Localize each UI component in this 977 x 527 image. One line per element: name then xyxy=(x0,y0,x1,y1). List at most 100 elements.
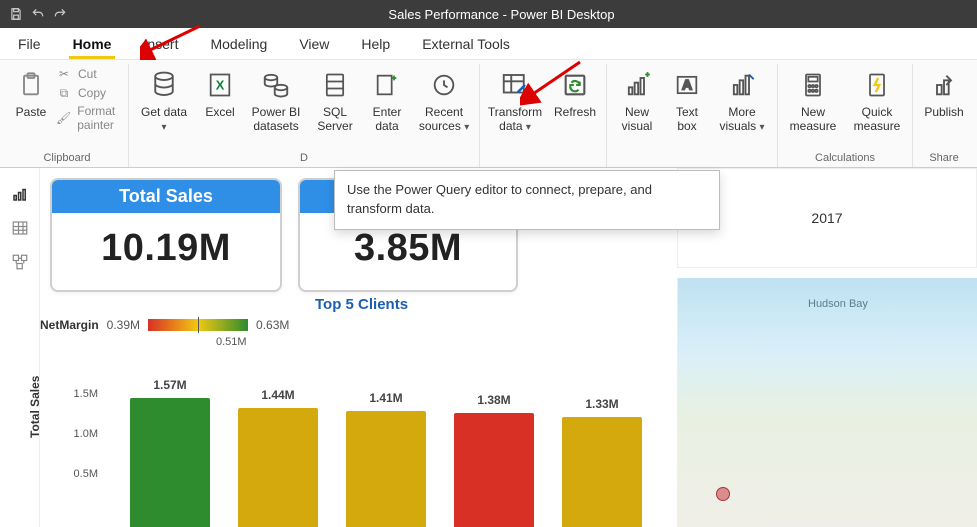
enter-data-icon xyxy=(370,68,404,102)
quick-measure-icon xyxy=(860,68,894,102)
pbi-datasets-label: Power BI datasets xyxy=(249,106,303,134)
text-box-label: Text box xyxy=(669,106,705,134)
sql-icon xyxy=(318,68,352,102)
chart-bar xyxy=(238,408,318,527)
ribbon-tabs: File Home Insert Modeling View Help Exte… xyxy=(0,28,977,60)
title-bar: Sales Performance - Power BI Desktop xyxy=(0,0,977,28)
y-tick: 0.5M xyxy=(62,468,98,480)
get-data-button[interactable]: Get data ▾ xyxy=(135,64,193,138)
group-data: Get data ▾ X Excel Power BI datasets SQL… xyxy=(129,64,480,167)
map-label-hudson-bay: Hudson Bay xyxy=(808,298,868,310)
scissors-icon: ✂ xyxy=(56,66,72,82)
map-visual[interactable]: Hudson Bay xyxy=(677,278,977,527)
chevron-down-icon: ▾ xyxy=(526,122,531,133)
chart-bar xyxy=(130,398,210,527)
redo-icon[interactable] xyxy=(52,6,68,22)
refresh-button[interactable]: Refresh xyxy=(550,64,600,136)
new-measure-label: New measure xyxy=(786,106,840,134)
publish-icon xyxy=(927,68,961,102)
view-rail xyxy=(0,168,40,527)
card-total-sales-title: Total Sales xyxy=(52,180,280,213)
sql-label: SQL Server xyxy=(313,106,357,134)
copy-icon: ⧉ xyxy=(56,85,72,101)
cut-button[interactable]: ✂ Cut xyxy=(56,66,122,82)
tab-help[interactable]: Help xyxy=(347,30,404,58)
refresh-label: Refresh xyxy=(554,106,596,120)
text-box-button[interactable]: A Text box xyxy=(667,64,707,138)
chart-plot-area: 1.57M1.44M1.41M1.38M1.33M xyxy=(110,368,647,527)
model-view-icon[interactable] xyxy=(10,252,30,272)
transform-data-button[interactable]: Transform data ▾ xyxy=(486,64,544,138)
card-total-sales-value: 10.19M xyxy=(52,213,280,290)
refresh-icon xyxy=(558,68,592,102)
group-label-clipboard: Clipboard xyxy=(43,150,90,167)
quick-measure-button[interactable]: Quick measure xyxy=(848,64,906,138)
excel-label: Excel xyxy=(205,106,234,120)
quick-measure-label: Quick measure xyxy=(850,106,904,134)
chart-y-ticks: 1.5M 1.0M 0.5M xyxy=(62,368,98,527)
pbi-datasets-button[interactable]: Power BI datasets xyxy=(247,64,305,138)
map-bubble xyxy=(716,487,730,501)
year-slicer[interactable]: 2017 xyxy=(677,168,977,268)
copy-button[interactable]: ⧉ Copy xyxy=(56,85,122,101)
y-tick: 1.5M xyxy=(62,388,98,400)
new-measure-button[interactable]: New measure xyxy=(784,64,842,138)
group-label-calculations: Calculations xyxy=(815,150,875,167)
transform-label: Transform data xyxy=(488,105,542,133)
app-title: Sales Performance - Power BI Desktop xyxy=(76,7,977,22)
legend-gradient xyxy=(148,319,248,331)
new-visual-button[interactable]: New visual xyxy=(613,64,661,138)
legend-min: 0.39M xyxy=(107,318,140,332)
tab-view[interactable]: View xyxy=(285,30,343,58)
cut-label: Cut xyxy=(78,67,97,81)
group-label-queries xyxy=(541,150,544,167)
chart-bar xyxy=(346,411,426,527)
publish-label: Publish xyxy=(924,106,963,120)
paste-label: Paste xyxy=(16,106,47,120)
chart-bar-label: 1.38M xyxy=(477,393,510,407)
y-tick: 1.0M xyxy=(62,428,98,440)
chart-y-axis-label: Total Sales xyxy=(28,376,42,438)
get-data-label: Get data xyxy=(141,105,187,119)
copy-label: Copy xyxy=(78,86,106,100)
chart-bar-label: 1.44M xyxy=(261,388,294,402)
sql-server-button[interactable]: SQL Server xyxy=(311,64,359,138)
tab-home[interactable]: Home xyxy=(59,30,126,58)
report-view-icon[interactable] xyxy=(10,184,30,204)
transform-icon xyxy=(498,68,532,102)
group-label-share: Share xyxy=(929,150,958,167)
undo-icon[interactable] xyxy=(30,6,46,22)
more-visuals-button[interactable]: More visuals ▾ xyxy=(713,64,771,138)
year-value: 2017 xyxy=(811,210,842,226)
more-visuals-label: More visuals xyxy=(719,105,756,133)
chevron-down-icon: ▾ xyxy=(464,122,469,133)
svg-text:X: X xyxy=(216,78,225,93)
tab-insert[interactable]: Insert xyxy=(129,30,192,58)
more-visuals-icon xyxy=(725,68,759,102)
transform-data-tooltip: Use the Power Query editor to connect, p… xyxy=(334,170,720,230)
bar-chart[interactable]: Total Sales 1.5M 1.0M 0.5M 1.57M1.44M1.4… xyxy=(40,368,647,527)
publish-button[interactable]: Publish xyxy=(919,64,969,136)
tab-file[interactable]: File xyxy=(4,30,55,58)
group-label-data: D xyxy=(300,150,308,167)
legend-max: 0.63M xyxy=(256,318,289,332)
excel-button[interactable]: X Excel xyxy=(199,64,241,136)
svg-text:A: A xyxy=(682,77,692,93)
top5-title: Top 5 Clients xyxy=(315,296,408,313)
new-visual-label: New visual xyxy=(615,106,659,134)
group-share: Publish Share xyxy=(913,64,975,167)
chart-bar xyxy=(454,413,534,527)
tab-modeling[interactable]: Modeling xyxy=(196,30,281,58)
save-icon[interactable] xyxy=(8,6,24,22)
recent-sources-button[interactable]: Recent sources ▾ xyxy=(415,64,473,138)
data-view-icon[interactable] xyxy=(10,218,30,238)
enter-data-button[interactable]: Enter data xyxy=(365,64,409,138)
paste-button[interactable]: Paste xyxy=(12,64,50,136)
card-total-sales[interactable]: Total Sales 10.19M xyxy=(50,178,282,292)
new-visual-icon xyxy=(620,68,654,102)
format-painter-button[interactable]: 🖌Format painter xyxy=(56,104,122,132)
tab-external-tools[interactable]: External Tools xyxy=(408,30,524,58)
chart-bar-label: 1.57M xyxy=(153,378,186,392)
chevron-down-icon: ▾ xyxy=(760,122,765,133)
legend-field: NetMargin xyxy=(40,318,99,332)
